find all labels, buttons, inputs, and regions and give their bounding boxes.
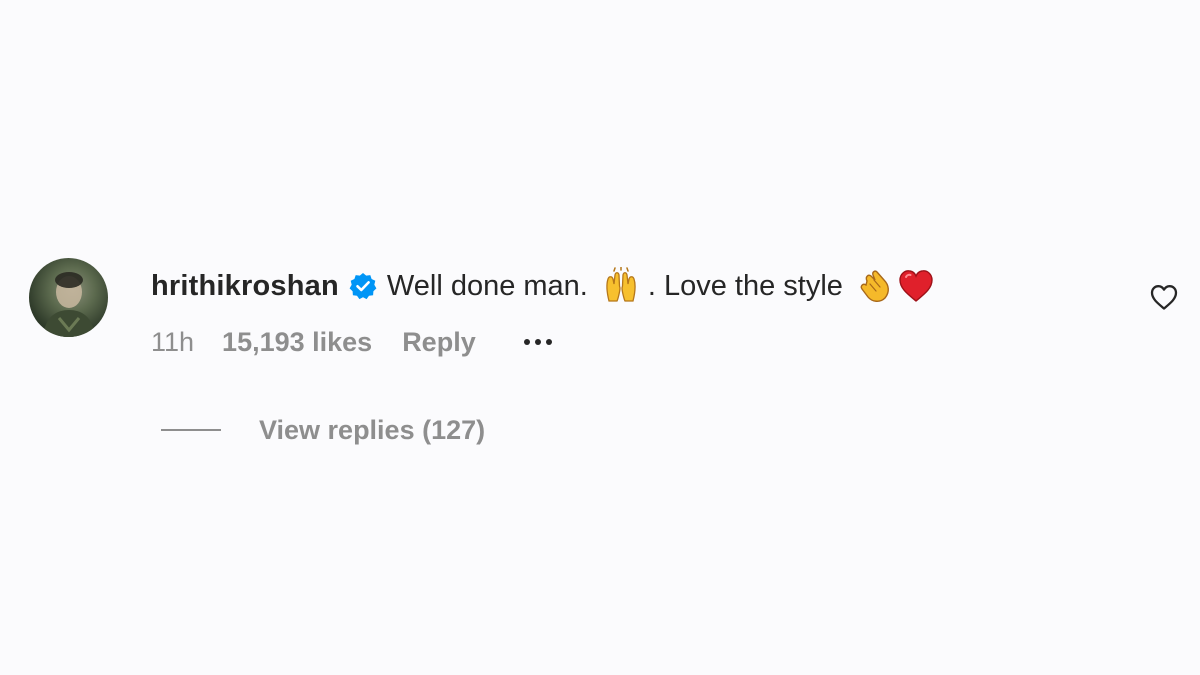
heart-outline-icon[interactable] [1149, 283, 1179, 311]
more-options-icon[interactable] [523, 324, 552, 360]
username[interactable]: hrithikroshan [151, 270, 339, 303]
comment-text-part1: Well done man. [386, 269, 588, 302]
view-replies-button[interactable]: View replies (127) [161, 410, 485, 450]
dot [523, 339, 530, 345]
comment-body: hrithikroshan Well done man. . Love the … [151, 266, 937, 306]
comment-text-part2: . Love the style [647, 269, 843, 302]
avatar[interactable] [29, 258, 108, 337]
replies-divider [161, 429, 221, 431]
comment-meta: 11h 15,193 likes Reply [151, 324, 552, 360]
dot [545, 339, 552, 345]
likes-count[interactable]: 15,193 likes [222, 327, 372, 358]
verified-badge-icon [349, 272, 377, 300]
reply-button[interactable]: Reply [402, 327, 476, 358]
comment-time: 11h [151, 326, 195, 357]
red-heart-icon [897, 267, 935, 305]
avatar-image [43, 272, 95, 337]
view-replies-label: View replies (127) [259, 414, 486, 445]
raising-hands-icon [602, 267, 640, 305]
clapping-hands-icon [857, 267, 895, 305]
comment: hrithikroshan Well done man. . Love the … [29, 258, 1189, 458]
dot [534, 339, 541, 345]
